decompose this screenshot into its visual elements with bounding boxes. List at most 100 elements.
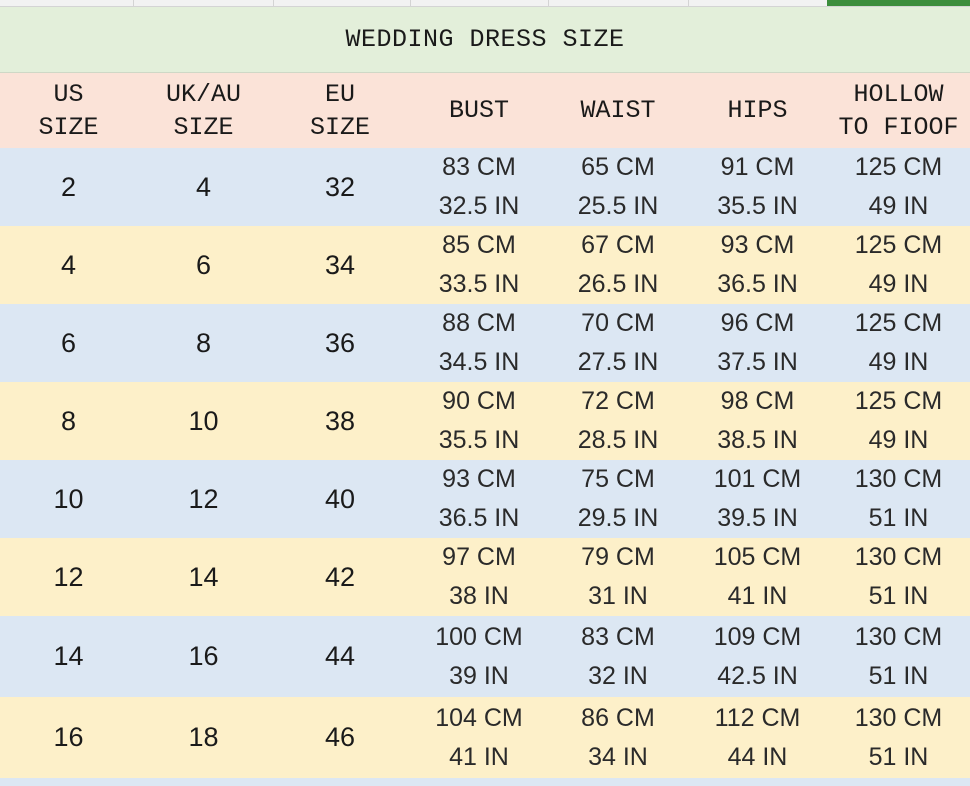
cell-us-size[interactable]: 8 (0, 382, 137, 460)
spreadsheet-column-header-strip (0, 0, 970, 7)
cell-hollow-to-floor[interactable]: 130 CM 51 IN (827, 538, 970, 616)
cell-value: 39.5 IN (717, 504, 798, 532)
cell-value: 38 (324, 405, 356, 436)
cell-hollow-to-floor[interactable]: 125 CM 49 IN (827, 148, 970, 226)
cell-waist[interactable]: 65 CM 25.5 IN (548, 148, 688, 226)
cell-bust[interactable]: 83 CM 32.5 IN (410, 148, 548, 226)
cell-value: 125 CM (854, 309, 943, 337)
cell-value: 49 IN (868, 192, 929, 220)
cell-eu-size[interactable]: 46 (270, 697, 410, 778)
cell-hips[interactable]: 91 CM 35.5 IN (688, 148, 827, 226)
cell-us-size[interactable]: 12 (0, 538, 137, 616)
cell-value: 130 CM (854, 543, 943, 571)
cell-eu-size[interactable]: 34 (270, 226, 410, 304)
header-line: BUST (448, 96, 509, 125)
cell-waist[interactable]: 67 CM 26.5 IN (548, 226, 688, 304)
cell-hollow-to-floor[interactable]: 130 CM 51 IN (827, 697, 970, 778)
cell-uk-au-size[interactable]: 4 (137, 148, 270, 226)
header-us-size: US SIZE (0, 73, 137, 148)
cell-hips[interactable]: 93 CM 36.5 IN (688, 226, 827, 304)
cell-waist[interactable]: 70 CM 27.5 IN (548, 304, 688, 382)
cell-value: 49 IN (868, 270, 929, 298)
cell-bust[interactable]: 88 CM 34.5 IN (410, 304, 548, 382)
cell-bust[interactable]: 90 CM 35.5 IN (410, 382, 548, 460)
cell-uk-au-size[interactable]: 16 (137, 616, 270, 697)
cell-us-size[interactable]: 4 (0, 226, 137, 304)
cell-value: 46 (324, 722, 356, 752)
cell-eu-size[interactable]: 42 (270, 538, 410, 616)
cell-hollow-to-floor[interactable]: 130 CM 51 IN (827, 616, 970, 697)
cell-value: 96 CM (720, 309, 795, 337)
cell-value: 130 CM (854, 465, 943, 493)
cell-value: 105 CM (713, 543, 802, 571)
cell-waist[interactable]: 86 CM 34 IN (548, 697, 688, 778)
cell-value: 34.5 IN (438, 348, 520, 376)
cell-hollow-to-floor[interactable]: 130 CM 51 IN (827, 460, 970, 538)
header-line: HIPS (727, 96, 788, 125)
cell-value: 42 (324, 561, 356, 592)
cell-waist[interactable]: 72 CM 28.5 IN (548, 382, 688, 460)
cell-waist[interactable]: 83 CM 32 IN (548, 616, 688, 697)
cell-bust[interactable]: 104 CM 41 IN (410, 697, 548, 778)
cell-us-size[interactable]: 6 (0, 304, 137, 382)
cell-value: 125 CM (854, 231, 943, 259)
cell-waist[interactable]: 75 CM 29.5 IN (548, 460, 688, 538)
cell-eu-size[interactable]: 32 (270, 148, 410, 226)
cell-hips[interactable]: 109 CM 42.5 IN (688, 616, 827, 697)
cell-value: 51 IN (868, 661, 929, 690)
cell-value: 125 CM (854, 153, 943, 181)
cell-uk-au-size[interactable]: 12 (137, 460, 270, 538)
header-line: TO FIOOF (838, 112, 959, 142)
cell-us-size[interactable]: 14 (0, 616, 137, 697)
cell-value: 100 CM (435, 622, 523, 651)
cell-value: 90 CM (442, 387, 516, 415)
cell-uk-au-size[interactable]: 10 (137, 382, 270, 460)
cell-value: 67 CM (581, 231, 655, 259)
cell-value: 35.5 IN (438, 426, 520, 454)
cell-hips[interactable]: 98 CM 38.5 IN (688, 382, 827, 460)
cell-hips[interactable]: 96 CM 37.5 IN (688, 304, 827, 382)
cell-bust[interactable]: 93 CM 36.5 IN (410, 460, 548, 538)
cell-hollow-to-floor[interactable]: 125 CM 49 IN (827, 382, 970, 460)
cell-value: 4 (60, 249, 77, 280)
header-line: WAIST (580, 96, 656, 125)
header-hollow-to-floor: HOLLOW TO FIOOF (827, 73, 970, 148)
cell-value: 8 (195, 327, 212, 358)
header-line: SIZE (309, 112, 370, 142)
cell-value: 32.5 IN (438, 192, 520, 220)
cell-hips[interactable]: 112 CM 44 IN (688, 697, 827, 778)
header-line: EU (324, 79, 355, 109)
cell-bust[interactable]: 85 CM 33.5 IN (410, 226, 548, 304)
cell-eu-size[interactable]: 38 (270, 382, 410, 460)
cell-bust[interactable]: 100 CM 39 IN (410, 616, 548, 697)
cell-value: 35.5 IN (717, 192, 798, 220)
cell-hips[interactable]: 105 CM 41 IN (688, 538, 827, 616)
cell-eu-size[interactable]: 36 (270, 304, 410, 382)
chart-title: WEDDING DRESS SIZE (345, 25, 625, 54)
cell-us-size[interactable]: 2 (0, 148, 137, 226)
cell-value: 10 (188, 405, 219, 436)
cell-hollow-to-floor[interactable]: 125 CM 49 IN (827, 304, 970, 382)
cell-waist[interactable]: 79 CM 31 IN (548, 538, 688, 616)
cell-value: 41 IN (727, 582, 788, 610)
cell-uk-au-size[interactable]: 14 (137, 538, 270, 616)
cell-us-size[interactable]: 16 (0, 697, 137, 778)
column-divider (133, 0, 134, 6)
cell-value: 130 CM (854, 703, 943, 732)
cell-uk-au-size[interactable]: 6 (137, 226, 270, 304)
cell-value: 18 (188, 722, 219, 752)
cell-us-size[interactable]: 10 (0, 460, 137, 538)
cell-uk-au-size[interactable]: 18 (137, 697, 270, 778)
header-eu-size: EU SIZE (270, 73, 410, 148)
cell-value: 2 (60, 171, 77, 202)
cell-bust[interactable]: 97 CM 38 IN (410, 538, 548, 616)
cell-uk-au-size[interactable]: 8 (137, 304, 270, 382)
cell-eu-size[interactable]: 44 (270, 616, 410, 697)
cell-hollow-to-floor[interactable]: 125 CM 49 IN (827, 226, 970, 304)
table-row: 4 6 34 85 CM 33.5 IN 67 CM 26.5 IN 93 CM 36.5 IN… (0, 226, 970, 304)
cell-eu-size[interactable]: 40 (270, 460, 410, 538)
cell-value: 10 (53, 483, 84, 514)
cell-value: 16 (188, 641, 219, 671)
cell-hips[interactable]: 101 CM 39.5 IN (688, 460, 827, 538)
cell-value: 38 IN (449, 582, 509, 610)
